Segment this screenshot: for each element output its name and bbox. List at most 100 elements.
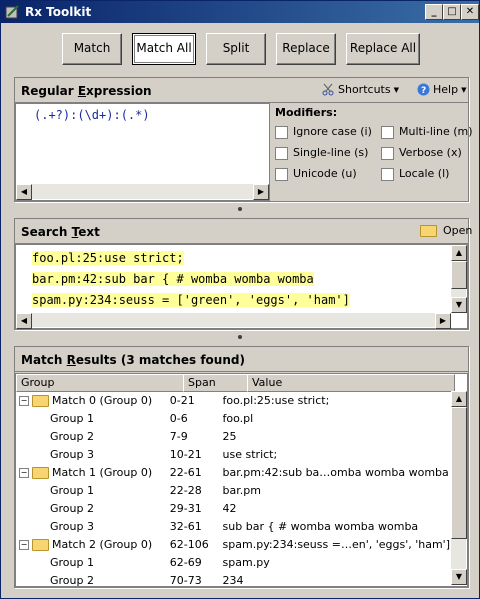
scroll-thumb[interactable]	[451, 407, 467, 539]
span-cell: 62-69	[169, 555, 202, 569]
group-cell: Group 1	[16, 481, 170, 499]
group-cell: Group 1	[16, 553, 170, 571]
regex-panel: Regular Expression Shortcuts ▼ ? Help ▼ …	[14, 77, 473, 202]
rx-toolkit-window: Rx Toolkit _ □ ✕ Match Match All Split R…	[0, 0, 480, 599]
group-cell: Group 2	[16, 571, 170, 587]
group-row[interactable]: Group 3 10-21 use strict;	[16, 445, 450, 463]
replace-all-button[interactable]: Replace All	[346, 33, 420, 65]
value-cell: bar.pm:42:sub ba…omba womba womba	[222, 465, 449, 479]
scroll-down-arrow-icon[interactable]: ▼	[451, 569, 467, 585]
group-row[interactable]: Group 1 0-6 foo.pl	[16, 409, 450, 427]
checkbox-icon	[381, 146, 394, 160]
svg-text:?: ?	[421, 86, 426, 96]
single-line-checkbox[interactable]: Single-line (s)	[275, 146, 368, 160]
regex-pattern-text[interactable]: (.+?):(\d+):(.*)	[34, 108, 150, 122]
group-row[interactable]: Group 2 70-73 234	[16, 571, 450, 587]
ignore-case-checkbox[interactable]: Ignore case (i)	[275, 125, 372, 139]
span-cell: 70-73	[169, 573, 202, 587]
locale-checkbox[interactable]: Locale (l)	[381, 167, 449, 181]
checkbox-icon	[275, 146, 288, 160]
dropdown-arrow-icon: ▼	[461, 85, 467, 94]
splitter-handle[interactable]	[238, 335, 242, 339]
help-menu-button[interactable]: ? Help ▼	[417, 83, 466, 96]
close-button[interactable]: ✕	[461, 4, 479, 20]
match-button[interactable]: Match	[62, 33, 122, 65]
span-cell: 0-6	[169, 411, 188, 425]
group-cell: Group 3	[16, 445, 170, 463]
checkbox-icon	[381, 167, 394, 181]
splitter-handle[interactable]	[238, 207, 242, 211]
verbose-checkbox[interactable]: Verbose (x)	[381, 146, 462, 160]
minimize-button[interactable]: _	[425, 4, 443, 20]
rx-toolkit-app-icon	[5, 5, 19, 19]
column-header-value[interactable]: Value	[247, 374, 455, 392]
group-label: Group 1	[50, 411, 94, 425]
group-label: Group 1	[50, 555, 94, 569]
checkbox-icon	[381, 125, 394, 139]
match-row[interactable]: − Match 0 (Group 0) 0-21 foo.pl:25:use stri…	[16, 391, 450, 409]
scroll-down-arrow-icon[interactable]: ▼	[451, 297, 467, 313]
search-text-panel: Search Text Open foo.pl:25:use strict; b…	[14, 218, 472, 330]
span-cell: 29-31	[169, 501, 202, 515]
group-row[interactable]: Group 2 7-9 25	[16, 427, 450, 445]
scroll-up-arrow-icon[interactable]: ▲	[451, 245, 467, 261]
dropdown-arrow-icon: ▼	[393, 85, 399, 94]
folder-icon	[32, 394, 49, 407]
value-cell: 42	[222, 501, 237, 515]
multi-line-checkbox[interactable]: Multi-line (m)	[381, 125, 473, 139]
scroll-right-arrow-icon[interactable]: ▶	[435, 313, 451, 329]
results-vertical-scrollbar[interactable]: ▲ ▼	[451, 391, 467, 585]
replace-button[interactable]: Replace	[276, 33, 336, 65]
folder-icon	[32, 466, 49, 479]
group-row[interactable]: Group 1 22-28 bar.pm	[16, 481, 450, 499]
open-file-button[interactable]: Open	[420, 224, 472, 237]
group-label: Group 3	[50, 519, 94, 533]
scroll-left-arrow-icon[interactable]: ◀	[16, 184, 32, 200]
collapse-toggle-icon[interactable]: −	[19, 539, 29, 550]
span-cell: 22-61	[169, 465, 202, 479]
span-cell: 62-106	[169, 537, 209, 551]
collapse-toggle-icon[interactable]: −	[19, 395, 29, 406]
value-cell: spam.py	[222, 555, 270, 569]
search-horizontal-scrollbar[interactable]: ◀ ▶	[16, 313, 451, 329]
results-tree-table[interactable]: Group Span Value − Match 0 (Group 0) 0-21 f…	[15, 373, 468, 587]
checkbox-icon	[275, 125, 288, 139]
scroll-right-arrow-icon[interactable]: ▶	[253, 184, 269, 200]
group-row[interactable]: Group 3 32-61 sub bar { # womba womba womb…	[16, 517, 450, 535]
title-bar[interactable]: Rx Toolkit _ □ ✕	[1, 1, 479, 23]
results-panel-title: Match Results (3 matches found)	[21, 353, 245, 367]
match-all-button[interactable]: Match All	[132, 33, 196, 65]
regex-editor[interactable]: (.+?):(\d+):(.*) ◀ ▶	[15, 103, 270, 201]
group-label: Match 2 (Group 0)	[52, 537, 153, 551]
scroll-thumb[interactable]	[451, 261, 467, 289]
match-results-panel: Match Results (3 matches found) Group Sp…	[14, 346, 469, 588]
match-row[interactable]: − Match 1 (Group 0) 22-61 bar.pm:42:sub ba……	[16, 463, 450, 481]
value-cell: bar.pm	[222, 483, 261, 497]
maximize-button[interactable]: □	[443, 4, 461, 20]
column-header-span[interactable]: Span	[183, 374, 248, 392]
value-cell: sub bar { # womba womba womba	[222, 519, 419, 533]
column-header-group[interactable]: Group	[16, 374, 184, 392]
search-text-lines[interactable]: foo.pl:25:use strict; bar.pm:42:sub bar …	[32, 248, 350, 311]
split-button[interactable]: Split	[206, 33, 266, 65]
scroll-up-arrow-icon[interactable]: ▲	[451, 391, 467, 407]
span-cell: 0-21	[169, 393, 195, 407]
search-line[interactable]: spam.py:234:seuss = ['green', 'eggs', 'h…	[32, 293, 350, 307]
results-panel-header: Match Results (3 matches found)	[15, 347, 468, 372]
search-text-editor[interactable]: foo.pl:25:use strict; bar.pm:42:sub bar …	[15, 244, 468, 329]
search-line[interactable]: bar.pm:42:sub bar { # womba womba womba	[32, 272, 314, 286]
search-vertical-scrollbar[interactable]: ▲ ▼	[451, 245, 467, 313]
search-line[interactable]: foo.pl:25:use strict;	[32, 251, 184, 265]
group-row[interactable]: Group 2 29-31 42	[16, 499, 450, 517]
group-row[interactable]: Group 1 62-69 spam.py	[16, 553, 450, 571]
regex-horizontal-scrollbar[interactable]: ◀ ▶	[16, 184, 269, 200]
unicode-checkbox[interactable]: Unicode (u)	[275, 167, 357, 181]
group-label: Group 2	[50, 573, 94, 587]
results-rows: − Match 0 (Group 0) 0-21 foo.pl:25:use stri…	[16, 391, 450, 587]
group-label: Match 1 (Group 0)	[52, 465, 153, 479]
shortcuts-menu-button[interactable]: Shortcuts ▼	[322, 83, 399, 96]
match-row[interactable]: − Match 2 (Group 0) 62-106 spam.py:234:seus…	[16, 535, 450, 553]
group-label: Group 2	[50, 501, 94, 515]
collapse-toggle-icon[interactable]: −	[19, 467, 29, 478]
scroll-left-arrow-icon[interactable]: ◀	[16, 313, 32, 329]
